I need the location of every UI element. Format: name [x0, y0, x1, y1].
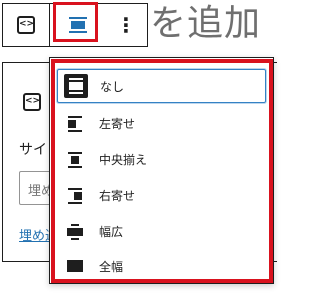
embed-icon: <>: [17, 16, 35, 34]
page-heading: を追加: [150, 3, 262, 44]
alignment-dropdown: なし 左寄せ 中央揃え 右寄せ 幅広 全幅: [49, 57, 274, 284]
menu-item-align-center[interactable]: 中央揃え: [57, 142, 266, 176]
menu-item-label: 中央揃え: [99, 152, 148, 167]
menu-item-align-none[interactable]: なし: [57, 69, 266, 103]
align-wide-icon: [63, 219, 87, 243]
embed-icon: <>: [23, 93, 41, 111]
menu-item-label: なし: [100, 79, 125, 94]
menu-item-label: 右寄せ: [99, 188, 136, 203]
align-center-icon: [63, 147, 87, 171]
menu-item-align-full[interactable]: 全幅: [57, 249, 266, 283]
toolbar-divider: [49, 4, 50, 46]
menu-item-label: 左寄せ: [99, 116, 136, 131]
menu-item-label: 全幅: [99, 259, 124, 274]
menu-item-align-left[interactable]: 左寄せ: [57, 106, 266, 140]
menu-item-align-wide[interactable]: 幅広: [57, 214, 266, 248]
menu-item-align-right[interactable]: 右寄せ: [57, 178, 266, 212]
menu-item-label: 幅広: [99, 224, 124, 239]
align-none-icon: [64, 74, 88, 98]
align-full-icon: [63, 254, 87, 278]
embed-block-button[interactable]: <>: [3, 4, 49, 46]
more-options-button[interactable]: ⋮: [105, 4, 147, 46]
align-right-icon: [63, 183, 87, 207]
align-left-icon: [63, 111, 87, 135]
align-button-highlight: [53, 2, 98, 42]
